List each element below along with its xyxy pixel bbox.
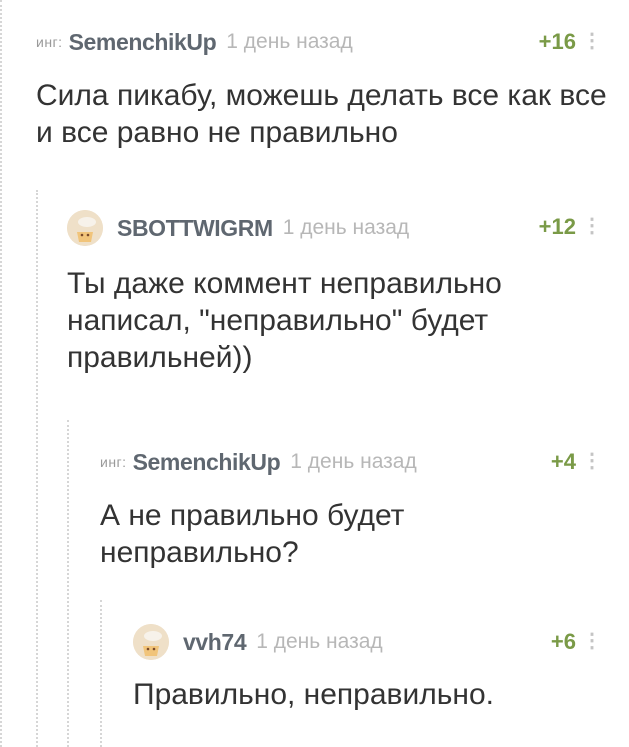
comment: SBOTTWIGRM 1 день назад +12 ⋮ Ты даже ко… (67, 210, 606, 382)
comment-text-line: правильней)) (67, 341, 253, 374)
more-vertical-icon[interactable]: ⋮ (582, 216, 602, 236)
comment-text-line: неправильно? (100, 536, 299, 569)
thread-line (0, 0, 2, 747)
default-avatar-icon[interactable] (133, 624, 169, 660)
comment-text-line: и все равно не правильно (36, 116, 398, 149)
comment: инг: SemenchikUp 1 день назад +16 ⋮ Сила… (36, 27, 607, 157)
comment-header: vvh74 1 день назад (133, 624, 383, 660)
more-vertical-icon[interactable]: ⋮ (582, 451, 602, 471)
comment-rating[interactable]: +16 (539, 27, 576, 57)
more-vertical-icon[interactable]: ⋮ (582, 31, 602, 51)
comment: vvh74 1 день назад +6 ⋮ Правильно, непра… (133, 624, 606, 727)
comment-rating[interactable]: +4 (551, 447, 576, 477)
comment-text-line: Ты даже коммент неправильно (67, 267, 502, 300)
more-vertical-icon[interactable]: ⋮ (582, 631, 602, 651)
comment-header: инг: SemenchikUp 1 день назад (100, 447, 417, 477)
thread-line (100, 600, 102, 747)
author-tag: инг: (100, 454, 127, 470)
comment-text: Правильно, неправильно. (133, 676, 494, 713)
author-name[interactable]: SemenchikUp (133, 449, 281, 476)
comment-header: SBOTTWIGRM 1 день назад (67, 210, 409, 246)
comment-text: Ты даже коммент неправильно написал, "не… (67, 265, 502, 376)
author-name[interactable]: SBOTTWIGRM (117, 215, 273, 242)
comment-text: А не правильно будет неправильно? (100, 497, 404, 571)
default-avatar-icon[interactable] (67, 210, 103, 246)
author-name[interactable]: vvh74 (183, 629, 247, 656)
comment-rating[interactable]: +6 (551, 627, 576, 657)
thread-line (67, 420, 69, 747)
comment-text: Сила пикабу, можешь делать все как все и… (36, 77, 607, 151)
author-name[interactable]: SemenchikUp (69, 29, 217, 56)
comment-text-line: А не правильно будет (100, 499, 405, 532)
comment-time[interactable]: 1 день назад (290, 450, 416, 474)
comment-rating[interactable]: +12 (539, 212, 576, 242)
comment-time[interactable]: 1 день назад (226, 30, 352, 54)
comment-text-line: Сила пикабу, можешь делать все как все (36, 79, 607, 112)
comment-text-line: Правильно, неправильно. (133, 678, 494, 711)
comment-text-line: написал, "неправильно" будет (67, 304, 489, 337)
comment: инг: SemenchikUp 1 день назад +4 ⋮ А не … (100, 447, 606, 577)
comment-header: инг: SemenchikUp 1 день назад (36, 27, 353, 57)
thread-line (36, 190, 38, 747)
comment-time[interactable]: 1 день назад (283, 216, 409, 240)
author-tag: инг: (36, 34, 63, 50)
comment-time[interactable]: 1 день назад (256, 630, 382, 654)
